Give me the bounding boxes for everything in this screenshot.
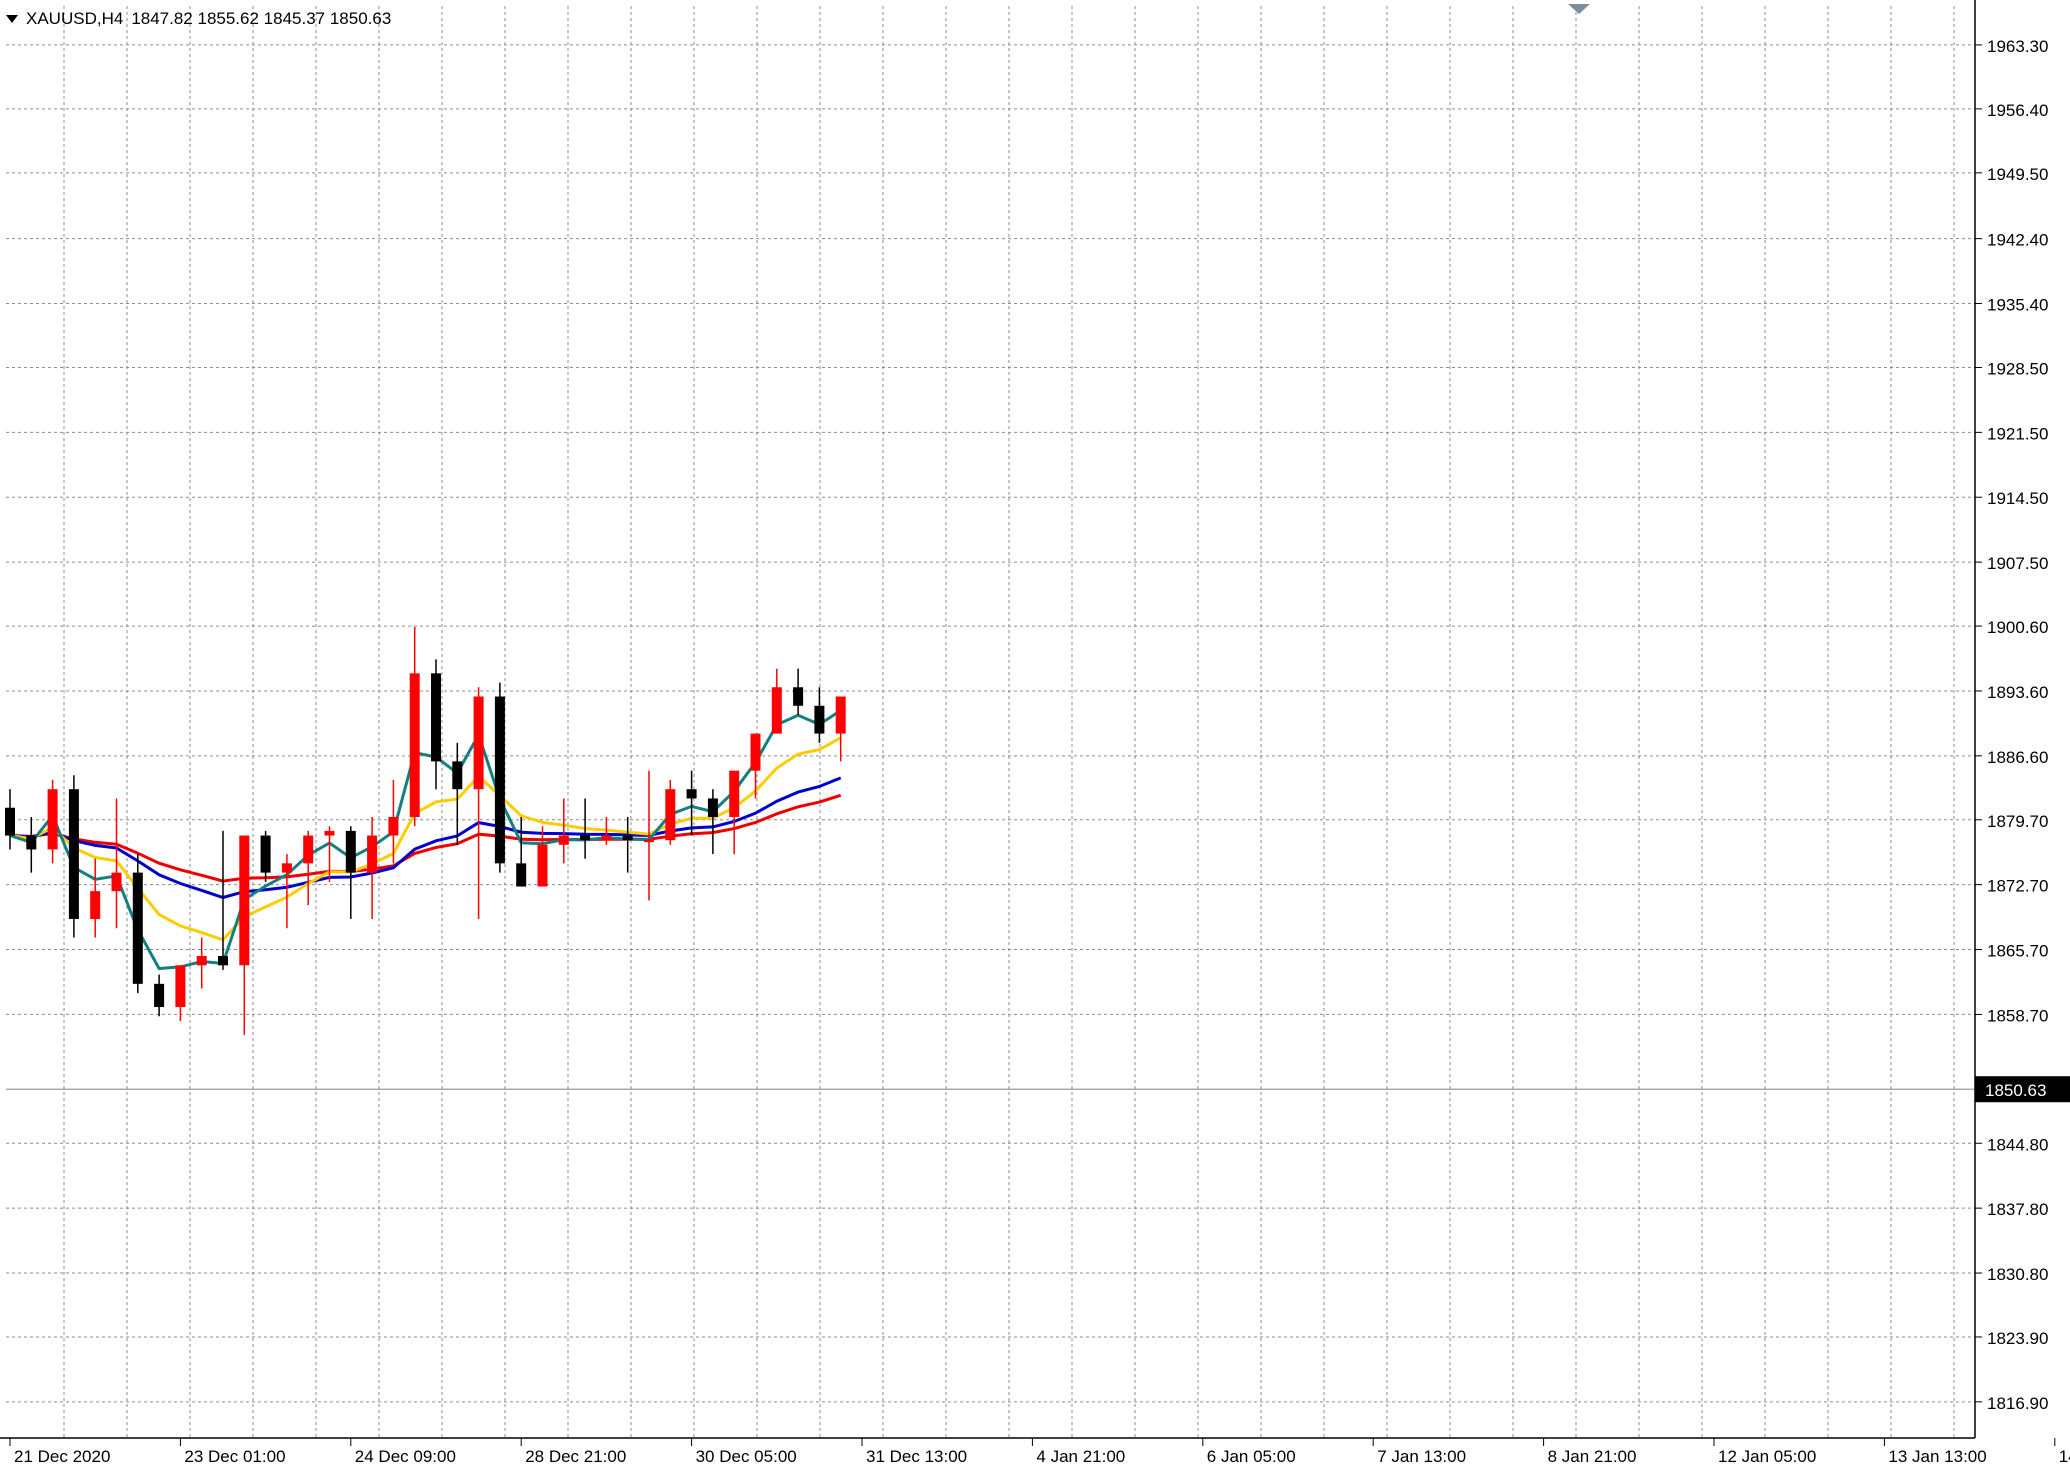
candle-body-bull [771, 687, 782, 734]
x-tick-label: 12 Jan 05:00 [1718, 1447, 1816, 1466]
candle-body-bear [516, 863, 527, 887]
y-tick-label: 1907.50 [1987, 554, 2048, 573]
candle-body-bear [686, 789, 697, 799]
y-tick-label: 1886.60 [1987, 748, 2048, 767]
current-price-label: 1850.63 [1985, 1081, 2046, 1100]
candle-body-bear [814, 705, 825, 734]
x-tick-label: 14 Jan 21:00 [2059, 1447, 2070, 1466]
y-tick-label: 1963.30 [1987, 37, 2048, 56]
candle-body-bull [388, 817, 399, 836]
x-tick-label: 21 Dec 2020 [14, 1447, 110, 1466]
dropdown-triangle-icon[interactable] [6, 15, 18, 23]
x-tick-label: 7 Jan 13:00 [1377, 1447, 1466, 1466]
y-tick-label: 1935.40 [1987, 296, 2048, 315]
ohlc-values: 1847.82 1855.62 1845.37 1850.63 [131, 9, 392, 28]
x-tick-label: 4 Jan 21:00 [1036, 1447, 1125, 1466]
candle-body-bull [409, 673, 420, 818]
candle-body-bull [281, 863, 292, 873]
x-tick-label: 6 Jan 05:00 [1207, 1447, 1296, 1466]
y-tick-label: 1942.40 [1987, 231, 2048, 250]
candle-body-bull [111, 872, 122, 892]
candle-body-bull [473, 696, 484, 790]
candle-body-bull [239, 835, 250, 966]
y-tick-label: 1858.70 [1987, 1006, 2048, 1025]
candle-body-bear [132, 872, 143, 984]
candle-body-bull [175, 965, 186, 1008]
candle-body-bear [154, 983, 165, 1008]
y-tick-label: 1823.90 [1987, 1329, 2048, 1348]
x-tick-label: 30 Dec 05:00 [696, 1447, 797, 1466]
candle-body-bull [558, 835, 569, 845]
candle-body-bear [260, 835, 271, 873]
candle-body-bear [452, 761, 463, 790]
price-chart[interactable]: 1963.30 1956.40 1949.50 1942.40 1935.40 1928.… [0, 0, 2070, 1470]
candle-body-bull [601, 835, 612, 841]
y-tick-label: 1879.70 [1987, 812, 2048, 831]
x-tick-label: 23 Dec 01:00 [184, 1447, 285, 1466]
candle-body-bear [622, 835, 633, 841]
candle-body-bear [707, 798, 718, 818]
y-tick-label: 1956.40 [1987, 101, 2048, 120]
candle-body-bear [345, 830, 356, 873]
candle-body-bull [644, 840, 654, 843]
candle-body-bull [367, 835, 378, 873]
candle-body-bull [729, 770, 740, 818]
candle-body-bull [196, 956, 207, 966]
y-tick-label: 1949.50 [1987, 165, 2048, 184]
candle-body-bull [47, 789, 58, 850]
y-tick-label: 1816.90 [1987, 1394, 2048, 1413]
y-tick-label: 1865.70 [1987, 942, 2048, 961]
candle-body-bear [580, 835, 591, 841]
candle-body-bull [537, 844, 548, 887]
candle-body-bear [26, 835, 37, 850]
y-tick-label: 1837.80 [1987, 1200, 2048, 1219]
candle-body-bear [431, 673, 441, 762]
y-tick-label: 1872.70 [1987, 877, 2048, 896]
candle-body-bull [324, 830, 335, 836]
candle-body-bear [5, 807, 15, 836]
y-tick-label: 1914.50 [1987, 489, 2048, 508]
candle-body-bear [68, 789, 79, 919]
y-tick-label: 1921.50 [1987, 424, 2048, 443]
y-tick-label: 1844.80 [1987, 1135, 2048, 1154]
x-tick-label: 13 Jan 13:00 [1888, 1447, 1986, 1466]
x-tick-label: 28 Dec 21:00 [525, 1447, 626, 1466]
x-tick-label: 31 Dec 13:00 [866, 1447, 967, 1466]
candle-body-bear [218, 956, 228, 966]
candle-body-bull [303, 835, 314, 864]
candle-body-bear [494, 696, 505, 864]
symbol-label: XAUUSD,H4 [26, 9, 124, 28]
x-tick-label: 8 Jan 21:00 [1548, 1447, 1637, 1466]
candle-body-bull [835, 696, 846, 734]
candle-body-bear [793, 687, 804, 706]
candle-body-bull [90, 891, 101, 919]
chart-header: XAUUSD,H4 1847.82 1855.62 1845.37 1850.6… [6, 6, 391, 32]
candle-body-bull [665, 789, 676, 841]
y-tick-label: 1893.60 [1987, 683, 2048, 702]
y-tick-label: 1830.80 [1987, 1265, 2048, 1284]
chart-area[interactable]: 1963.30 1956.40 1949.50 1942.40 1935.40 1928.… [0, 0, 2070, 1470]
x-tick-label: 24 Dec 09:00 [355, 1447, 456, 1466]
y-tick-label: 1900.60 [1987, 618, 2048, 637]
candle-body-bull [750, 733, 761, 771]
y-tick-label: 1928.50 [1987, 359, 2048, 378]
